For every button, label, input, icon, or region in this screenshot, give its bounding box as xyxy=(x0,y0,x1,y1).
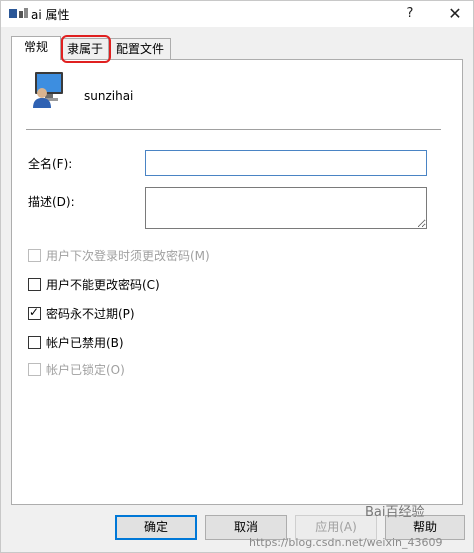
properties-dialog: ai 属性 ? ✕ 常规 隶属于 配置文件 sunzihai 全名(F): 描述… xyxy=(0,0,474,553)
account-disabled-checkbox[interactable] xyxy=(28,335,41,349)
cannot-change-password-label[interactable]: 用户不能更改密码(C) xyxy=(46,276,160,293)
baidu-watermark: Bai百经验 xyxy=(365,505,425,520)
ok-button[interactable]: 确定 xyxy=(115,515,197,540)
username: sunzihai xyxy=(84,89,134,103)
cannot-change-password-option[interactable]: 用户不能更改密码(C) xyxy=(28,276,160,292)
must-change-password-option: 用户下次登录时须更改密码(M) xyxy=(28,247,210,263)
general-panel: sunzihai 全名(F): 描述(D): 用户下次登录时须更改密码(M) 用… xyxy=(11,59,463,505)
tab-profile[interactable]: 配置文件 xyxy=(109,38,171,60)
account-locked-option: 帐户已锁定(O) xyxy=(28,361,125,377)
close-icon[interactable]: ✕ xyxy=(441,2,469,26)
fullname-label: 全名(F): xyxy=(28,157,73,171)
tab-general[interactable]: 常规 xyxy=(11,36,61,60)
fullname-field[interactable] xyxy=(145,150,427,176)
title-bar: ai 属性 ? ✕ xyxy=(1,1,473,27)
must-change-password-label: 用户下次登录时须更改密码(M) xyxy=(46,248,210,263)
checkmark-icon: ✓ xyxy=(29,304,40,319)
cannot-change-password-checkbox[interactable] xyxy=(28,277,41,291)
account-disabled-option[interactable]: 帐户已禁用(B) xyxy=(28,334,124,350)
tab-member-of[interactable]: 隶属于 xyxy=(61,38,109,60)
password-never-expires-option[interactable]: ✓ 密码永不过期(P) xyxy=(28,305,135,321)
help-icon[interactable]: ? xyxy=(398,2,422,26)
password-never-expires-label[interactable]: 密码永不过期(P) xyxy=(46,305,135,322)
window-title: ai 属性 xyxy=(31,8,70,22)
account-locked-label: 帐户已锁定(O) xyxy=(46,362,125,377)
user-monitor-icon xyxy=(33,72,63,108)
description-label: 描述(D): xyxy=(28,195,75,209)
must-change-password-checkbox xyxy=(28,248,41,262)
account-locked-checkbox xyxy=(28,362,41,376)
password-never-expires-checkbox[interactable]: ✓ xyxy=(28,304,41,320)
description-field[interactable] xyxy=(145,187,427,229)
user-icon xyxy=(9,8,28,18)
separator xyxy=(26,129,441,130)
url-watermark: https://blog.csdn.net/weixin_43609 xyxy=(249,536,443,549)
account-disabled-label[interactable]: 帐户已禁用(B) xyxy=(46,334,124,351)
